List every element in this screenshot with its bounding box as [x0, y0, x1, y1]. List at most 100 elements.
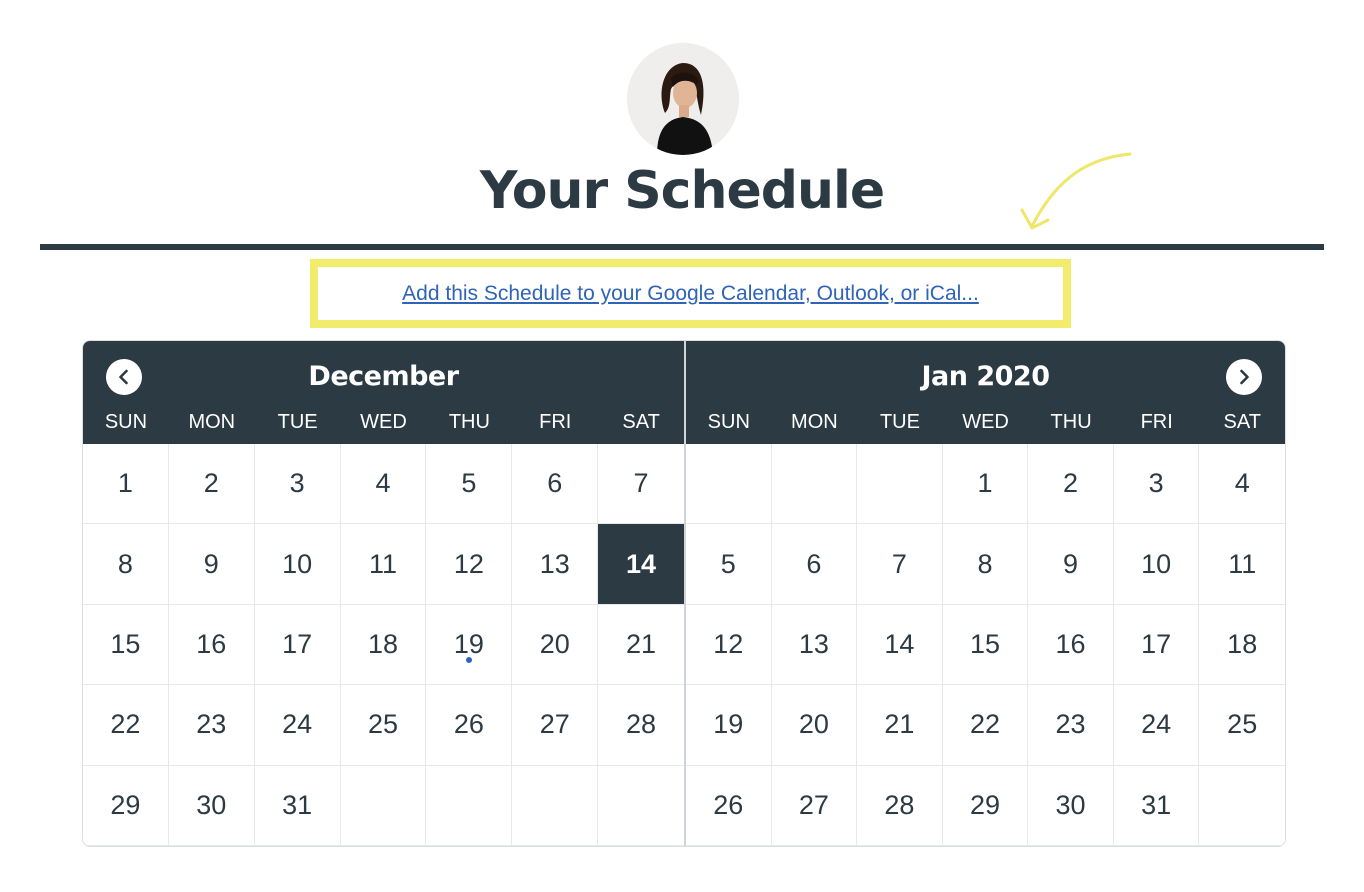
- day-number: 23: [1055, 709, 1086, 740]
- day-cell[interactable]: 26: [426, 685, 513, 766]
- day-cell[interactable]: 3: [254, 444, 341, 525]
- day-cell[interactable]: 20: [512, 604, 599, 686]
- day-cell[interactable]: 24: [254, 685, 341, 766]
- day-number: 15: [969, 628, 1001, 659]
- day-cell[interactable]: 9: [168, 524, 255, 605]
- day-cell[interactable]: 17: [1113, 604, 1200, 686]
- day-cell[interactable]: 1: [942, 444, 1029, 525]
- day-cell[interactable]: 22: [942, 685, 1029, 766]
- day-cell[interactable]: 21: [598, 605, 684, 686]
- day-number: 20: [798, 709, 829, 740]
- empty-day-cell: [686, 444, 772, 525]
- day-cell[interactable]: 27: [771, 765, 858, 846]
- empty-day-cell: [857, 444, 943, 525]
- month-january: Jan 2020 SUN MON TUE WED THU FRI SAT 123…: [684, 341, 1285, 846]
- day-cell[interactable]: 9: [1028, 524, 1114, 605]
- day-number: 2: [203, 468, 219, 499]
- weekday-label: SUN: [707, 411, 750, 433]
- day-cell[interactable]: 2: [168, 444, 255, 525]
- day-cell[interactable]: 4: [340, 444, 427, 525]
- day-cell[interactable]: 7: [598, 444, 684, 525]
- weekday-label: FRI: [539, 411, 572, 433]
- day-cell[interactable]: 19: [686, 685, 772, 766]
- day-cell[interactable]: 24: [1113, 685, 1200, 766]
- day-cell[interactable]: 2: [1028, 444, 1114, 525]
- day-cell[interactable]: 25: [340, 685, 427, 766]
- day-cell[interactable]: 27: [512, 685, 599, 766]
- day-cell[interactable]: 17: [254, 604, 341, 686]
- day-number: 26: [713, 789, 744, 820]
- day-number: 13: [798, 628, 829, 659]
- curved-arrow-icon: [1020, 152, 1132, 230]
- day-cell[interactable]: 20: [771, 685, 858, 766]
- day-cell[interactable]: 8: [83, 524, 169, 605]
- day-cell[interactable]: 19: [426, 604, 513, 686]
- day-number: 12: [453, 548, 484, 579]
- day-cell[interactable]: 21: [857, 685, 943, 766]
- day-cell[interactable]: 25: [1199, 685, 1285, 766]
- day-cell[interactable]: 30: [1028, 765, 1114, 846]
- day-number: 15: [110, 628, 141, 659]
- day-number: 4: [375, 468, 391, 499]
- day-cell[interactable]: 28: [857, 765, 943, 846]
- chevron-right-icon: [1240, 369, 1249, 385]
- empty-day-cell: [1199, 766, 1285, 846]
- day-number: 3: [1148, 468, 1164, 499]
- day-number: 17: [282, 628, 313, 659]
- day-cell-selected[interactable]: 14: [598, 524, 684, 605]
- day-cell[interactable]: 28: [598, 685, 684, 766]
- weekday-label: WED: [962, 411, 1009, 433]
- day-cell[interactable]: 12: [686, 604, 772, 686]
- day-cell[interactable]: 5: [426, 444, 513, 525]
- day-number: 4: [1234, 468, 1250, 499]
- day-cell[interactable]: 5: [686, 524, 772, 605]
- day-cell[interactable]: 26: [686, 765, 772, 846]
- day-cell[interactable]: 11: [340, 524, 427, 605]
- day-cell[interactable]: 7: [857, 524, 943, 605]
- day-cell[interactable]: 23: [1028, 685, 1114, 766]
- day-cell[interactable]: 8: [942, 524, 1029, 605]
- day-cell[interactable]: 31: [1113, 765, 1200, 846]
- day-cell[interactable]: 10: [1113, 524, 1200, 605]
- day-number: 24: [1141, 709, 1172, 740]
- day-number: 5: [720, 548, 736, 579]
- day-cell[interactable]: 13: [512, 524, 599, 605]
- day-cell[interactable]: 15: [942, 604, 1029, 686]
- day-cell[interactable]: 6: [512, 444, 599, 525]
- day-cell[interactable]: 29: [83, 765, 169, 846]
- day-cell[interactable]: 6: [771, 524, 858, 605]
- day-cell[interactable]: 18: [340, 604, 427, 686]
- day-cell[interactable]: 4: [1199, 444, 1285, 525]
- day-cell[interactable]: 14: [857, 604, 943, 686]
- day-cell[interactable]: 10: [254, 524, 341, 605]
- next-month-button[interactable]: [1226, 359, 1262, 395]
- day-number: 2: [1063, 468, 1079, 499]
- title-divider: [40, 244, 1324, 250]
- day-cell[interactable]: 22: [83, 685, 169, 766]
- day-cell[interactable]: 12: [426, 524, 513, 605]
- day-cell[interactable]: 16: [1028, 604, 1114, 686]
- weekday-label: MON: [791, 411, 838, 433]
- day-cell[interactable]: 11: [1199, 524, 1285, 605]
- day-cell[interactable]: 23: [168, 685, 255, 766]
- day-number: 1: [977, 468, 993, 499]
- weekday-row: SUN MON TUE WED THU FRI SAT: [83, 411, 684, 434]
- day-number: 14: [626, 548, 657, 579]
- day-number: 18: [367, 628, 399, 659]
- day-cell[interactable]: 31: [254, 765, 341, 846]
- day-number: 25: [1227, 709, 1258, 740]
- day-cell[interactable]: 29: [942, 765, 1029, 846]
- day-cell[interactable]: 15: [83, 604, 169, 686]
- day-number: 26: [453, 709, 484, 740]
- day-cell[interactable]: 18: [1199, 605, 1285, 686]
- add-to-calendar-link[interactable]: Add this Schedule to your Google Calenda…: [402, 282, 979, 306]
- day-number: 22: [969, 709, 1001, 740]
- day-cell[interactable]: 13: [771, 604, 858, 686]
- day-number: 16: [1055, 628, 1086, 659]
- day-cell[interactable]: 16: [168, 604, 255, 686]
- day-cell[interactable]: 30: [168, 765, 255, 846]
- day-cell[interactable]: 1: [83, 444, 169, 525]
- day-cell[interactable]: 3: [1113, 444, 1200, 525]
- day-number: 8: [977, 548, 993, 579]
- day-number: 21: [884, 709, 915, 740]
